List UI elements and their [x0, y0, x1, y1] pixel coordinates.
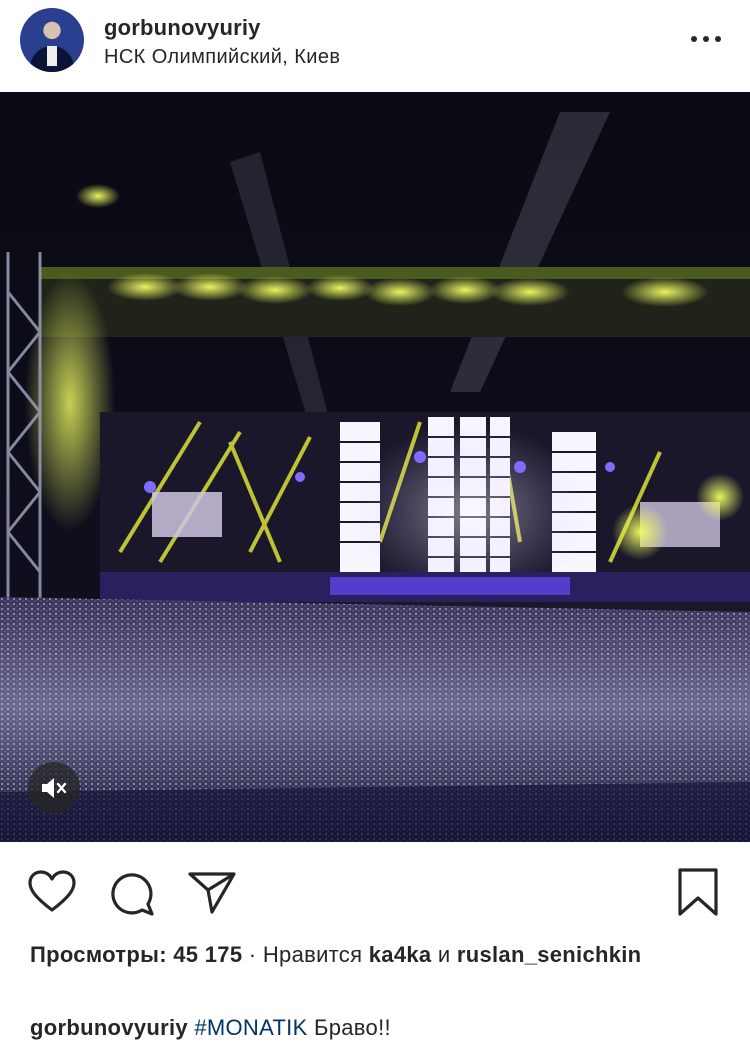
comment-icon[interactable] [108, 868, 158, 918]
caption-username[interactable]: gorbunovyuriy [30, 1015, 188, 1040]
avatar[interactable] [20, 8, 84, 72]
concert-scene-image [0, 92, 750, 842]
separator: · [248, 942, 257, 967]
more-icon[interactable] [684, 22, 728, 56]
action-bar [0, 842, 750, 938]
views-count[interactable]: 45 175 [173, 942, 242, 967]
liked-and: и [437, 942, 451, 967]
post-header: gorbunovyuriy НСК Олимпийский, Киев [0, 0, 750, 92]
post-caption: gorbunovyuriy #MONATIK Браво!! [30, 1013, 730, 1043]
caption-hashtag[interactable]: #MONATIK [194, 1015, 307, 1040]
post-username[interactable]: gorbunovyuriy [104, 15, 261, 41]
share-icon[interactable] [186, 868, 238, 916]
liked-user-1[interactable]: ka4ka [369, 942, 432, 967]
views-and-likes: Просмотры: 45 175 · Нравится ka4ka и rus… [30, 940, 730, 970]
views-label: Просмотры: [30, 942, 167, 967]
caption-text: Браво!! [314, 1015, 391, 1040]
liked-user-2[interactable]: ruslan_senichkin [457, 942, 642, 967]
mute-icon[interactable] [28, 762, 80, 814]
liked-prefix: Нравится [262, 942, 363, 967]
post-location[interactable]: НСК Олимпийский, Киев [104, 46, 340, 69]
post-video[interactable] [0, 92, 750, 842]
avatar-shirt [47, 46, 57, 66]
bookmark-icon[interactable] [676, 866, 720, 918]
heart-icon[interactable] [26, 868, 78, 916]
